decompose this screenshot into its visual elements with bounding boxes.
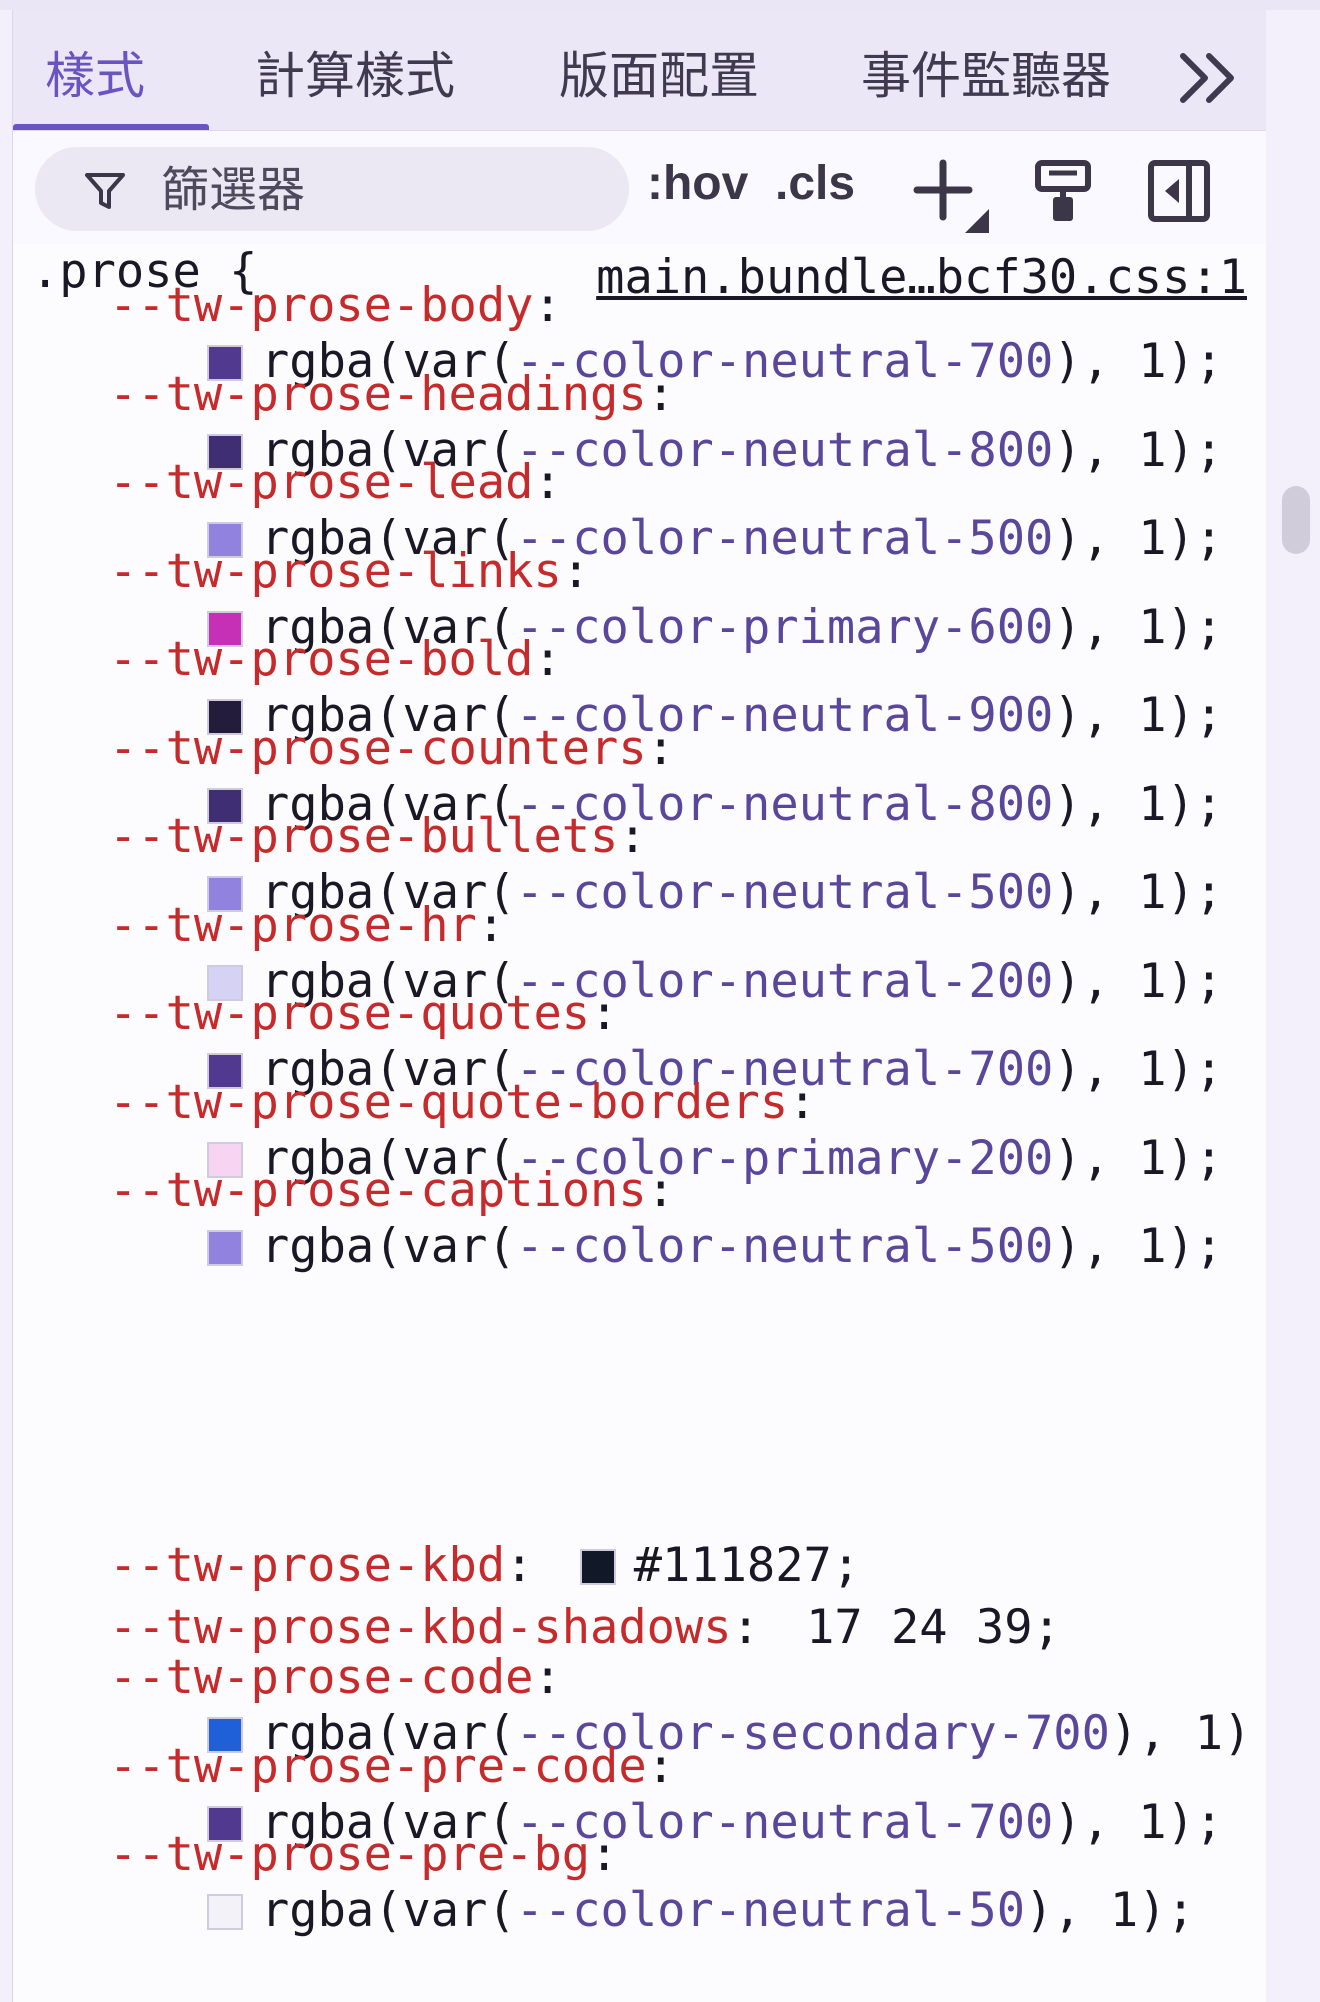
colon: :: [533, 632, 562, 687]
property-name: --tw-prose-links: [109, 543, 562, 599]
property-name: --tw-prose-bold: [109, 632, 534, 687]
toggle-sidebar-icon[interactable]: [1147, 159, 1211, 223]
value-suffix: ), 1);: [1053, 953, 1224, 1009]
property-value: #111827;: [633, 1538, 861, 1593]
value-suffix: ), 1);: [1053, 599, 1224, 655]
value-function: rgba(var(: [261, 1883, 516, 1938]
value-suffix: ), 1);: [1053, 422, 1224, 478]
value-suffix: ), 1);: [1053, 1794, 1224, 1850]
property-name: --tw-prose-headings: [109, 366, 647, 422]
property-name: --tw-prose-hr: [109, 897, 477, 953]
filter-box[interactable]: [35, 147, 629, 231]
value-suffix: ), 1);: [1053, 334, 1224, 389]
property-name: --tw-prose-bullets: [109, 809, 619, 864]
property-value: 17 24 39;: [806, 1600, 1061, 1655]
value-suffix: ), 1);: [1053, 865, 1224, 920]
property-name: --tw-prose-body: [109, 278, 534, 333]
property-name: --tw-prose-lead: [109, 455, 534, 510]
colon: :: [646, 1163, 675, 1218]
colon: :: [590, 1827, 619, 1882]
value-suffix: ), 1);: [1053, 688, 1224, 743]
declaration[interactable]: --tw-prose-captions: rgba(var(--color-neu…: [109, 1163, 1223, 1275]
value-suffix: ), 1);: [1053, 1130, 1224, 1186]
css-variable-name: --color-neutral-50: [515, 1883, 1026, 1938]
css-variable-name: --color-neutral-500: [515, 1219, 1054, 1274]
stylesheet-source-link[interactable]: main.bundle…bcf30.css:1: [596, 250, 1247, 306]
value-suffix: ), 1): [1109, 1706, 1252, 1761]
filter-funnel-icon: [85, 173, 125, 209]
colon: :: [533, 278, 562, 333]
colon: :: [731, 1600, 760, 1655]
filter-input[interactable]: [159, 159, 603, 221]
value-function: rgba(var(: [261, 1219, 516, 1274]
value-suffix: ), 1);: [1053, 511, 1224, 566]
scroll-gutter: [1266, 10, 1320, 2002]
color-swatch[interactable]: [579, 1549, 616, 1585]
styles-toolbar: :hov .cls: [12, 130, 1267, 245]
color-swatch[interactable]: [207, 1230, 243, 1266]
cls-toggle-button[interactable]: .cls: [775, 153, 855, 215]
window-top-edge: [0, 0, 1320, 10]
value-suffix: ), 1);: [1053, 776, 1224, 832]
value-suffix: ), 1);: [1025, 1883, 1195, 1938]
tab-layout[interactable]: 版面配置: [559, 46, 759, 106]
value-suffix: ), 1);: [1053, 1042, 1224, 1097]
colon: :: [646, 720, 675, 776]
new-style-rule-plus-icon[interactable]: [913, 157, 993, 237]
colon: :: [646, 1738, 675, 1794]
tab-event-listeners[interactable]: 事件監聽器: [861, 46, 1111, 106]
property-name: --tw-prose-pre-code: [109, 1738, 647, 1794]
css-variable-name: --color-primary-600: [515, 599, 1054, 655]
property-name: --tw-prose-counters: [109, 720, 647, 776]
panel-tab-bar: 樣式 計算樣式 版面配置 事件監聽器: [12, 10, 1267, 130]
property-name: --tw-prose-code: [109, 1650, 534, 1705]
colon: :: [646, 366, 675, 422]
color-swatch[interactable]: [207, 1894, 243, 1930]
colon: :: [505, 1538, 534, 1593]
declaration[interactable]: --tw-prose-pre-bg: rgba(var(--color-neutr…: [109, 1827, 1195, 1939]
property-name: --tw-prose-pre-bg: [109, 1827, 591, 1882]
property-name: --tw-prose-quote-borders: [109, 1074, 789, 1130]
property-name: --tw-prose-quotes: [109, 986, 591, 1041]
tab-styles[interactable]: 樣式: [45, 46, 145, 106]
declaration-kbd[interactable]: --tw-prose-kbd: #111827;: [109, 1538, 860, 1594]
colon: :: [618, 809, 647, 864]
css-variable-name: --color-neutral-500: [515, 865, 1054, 920]
property-name: --tw-prose-kbd: [109, 1538, 506, 1593]
more-tabs-chevron-icon[interactable]: [1175, 48, 1245, 108]
tab-computed[interactable]: 計算樣式: [255, 46, 455, 106]
property-name: --tw-prose-captions: [109, 1163, 647, 1218]
colon: :: [561, 543, 591, 599]
css-variable-name: --color-neutral-800: [515, 422, 1054, 478]
hov-toggle-button[interactable]: :hov: [647, 153, 748, 215]
value-suffix: ), 1);: [1053, 1219, 1224, 1274]
colon: :: [533, 455, 562, 510]
styles-pane: .prose { main.bundle…bcf30.css:1 --tw-pr…: [12, 244, 1267, 2002]
colon: :: [533, 1650, 562, 1705]
css-variable-name: --color-neutral-500: [515, 511, 1054, 566]
property-name: --tw-prose-kbd-shadows: [109, 1600, 732, 1655]
colon: :: [476, 897, 506, 953]
paint-brush-icon[interactable]: [1033, 159, 1093, 223]
declaration-kbd-shadows[interactable]: --tw-prose-kbd-shadows: 17 24 39;: [109, 1600, 1061, 1656]
colon: :: [590, 986, 619, 1041]
vertical-scrollbar-thumb[interactable]: [1282, 486, 1310, 554]
colon: :: [788, 1074, 817, 1130]
